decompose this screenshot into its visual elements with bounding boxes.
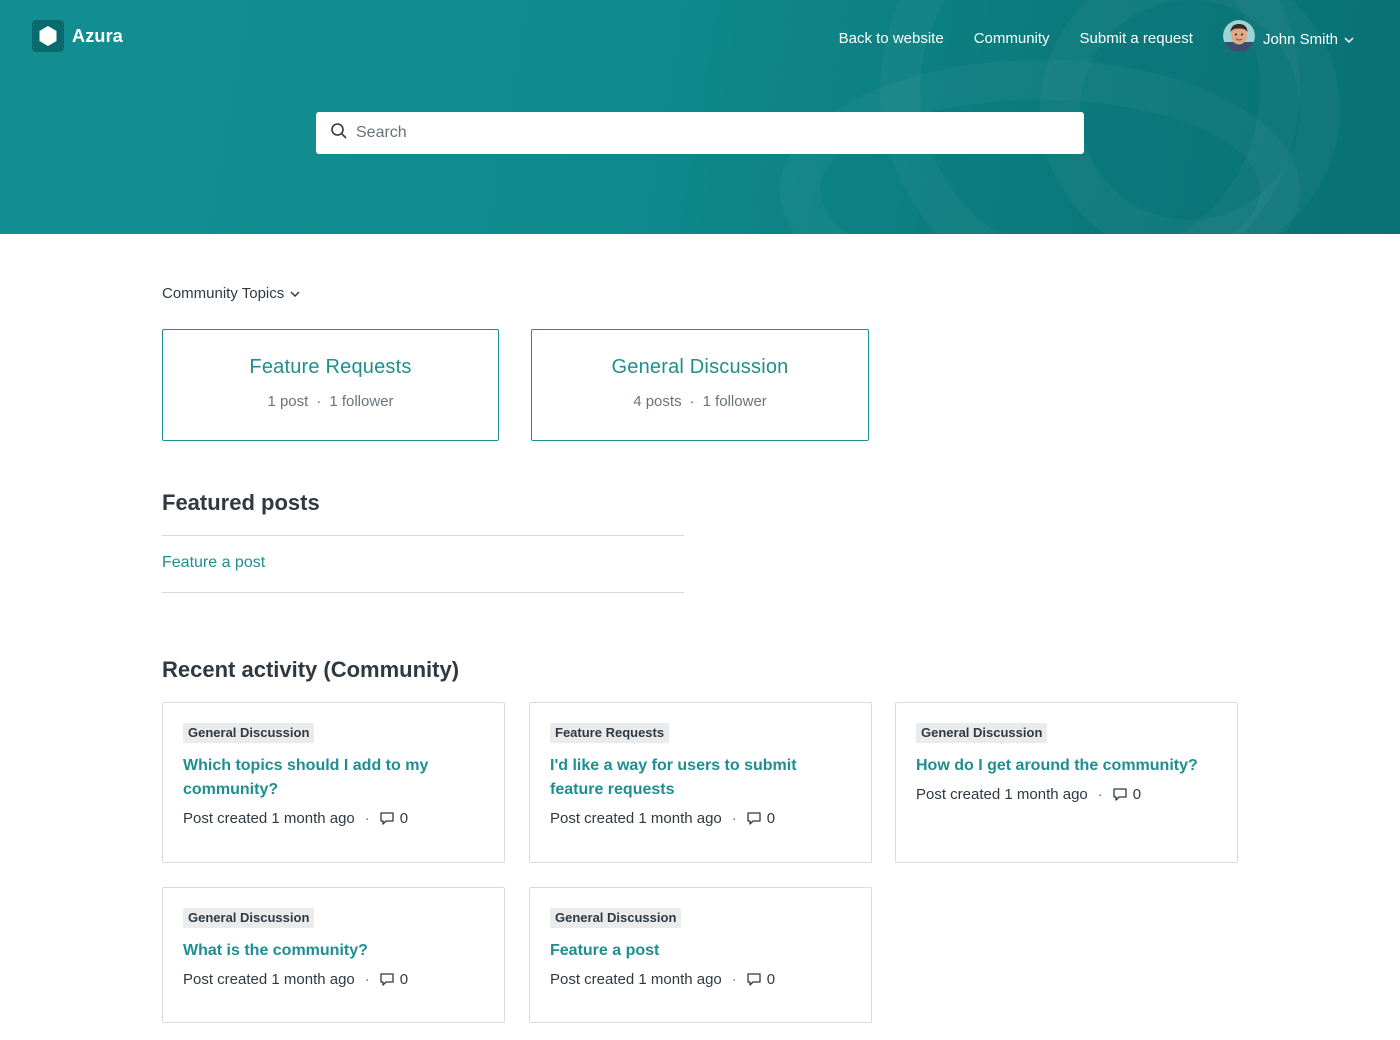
topic-badge[interactable]: General Discussion [916,723,1048,743]
post-meta: Post created 1 month ago · 0 [183,810,484,827]
feature-a-post-link[interactable]: Feature a post [162,554,265,572]
post-created-text: Post created 1 month ago [183,971,355,988]
post-meta: Post created 1 month ago · 0 [550,971,851,988]
comment-count: 0 [766,810,776,827]
topic-follower-count: 1 follower [702,393,767,410]
comment-count: 0 [399,810,409,827]
topic-badge[interactable]: Feature Requests [550,723,670,743]
comment-icon [380,973,394,986]
hero-header: Azura Back to website Community Submit a… [0,0,1400,234]
topic-title: Feature Requests [249,356,412,378]
post-created-text: Post created 1 month ago [916,786,1088,803]
post-title-link[interactable]: I'd like a way for users to submit featu… [550,754,851,802]
brand-name: Azura [72,25,124,46]
topic-title: General Discussion [611,356,789,378]
user-menu[interactable]: John Smith [1222,20,1354,52]
separator-dot: · [731,810,737,827]
topic-follower-count: 1 follower [329,393,394,410]
brand-logo-link[interactable]: Azura [32,20,123,52]
comment-icon [1113,788,1127,801]
post-card: General Discussion Feature a post Post c… [529,887,872,1023]
search-bar [316,112,1084,154]
post-card: General Discussion What is the community… [162,887,505,1023]
topic-post-count: 1 post [267,393,309,410]
separator-dot: · [731,971,737,988]
comment-count: 0 [399,971,409,988]
topic-card-feature-requests[interactable]: Feature Requests 1 post · 1 follower [162,329,499,441]
chevron-down-icon [1344,30,1354,48]
separator-dot: · [689,393,695,410]
comment-icon [380,812,394,825]
comment-icon [747,973,761,986]
top-nav: Back to website Community Submit a reque… [809,20,1354,52]
post-title-link[interactable]: How do I get around the community? [916,754,1217,778]
post-title-link[interactable]: Which topics should I add to my communit… [183,754,484,802]
separator-dot: · [316,393,322,410]
search-input[interactable] [356,124,1046,142]
avatar [1222,20,1255,52]
featured-posts-heading: Featured posts [162,490,320,515]
topic-meta: 4 posts · 1 follower [532,393,868,410]
nav-submit-request[interactable]: Submit a request [1080,29,1193,49]
nav-back-to-website[interactable]: Back to website [839,29,944,49]
post-meta: Post created 1 month ago · 0 [916,786,1217,803]
community-topics-dropdown[interactable]: Community Topics [162,285,300,302]
topic-badge[interactable]: General Discussion [183,723,315,743]
topic-card-general-discussion[interactable]: General Discussion 4 posts · 1 follower [531,329,869,441]
divider [162,535,684,536]
post-card: General Discussion Which topics should I… [162,702,505,863]
post-title-link[interactable]: Feature a post [550,939,851,963]
post-meta: Post created 1 month ago · 0 [550,810,851,827]
post-title-link[interactable]: What is the community? [183,939,484,963]
post-card: General Discussion How do I get around t… [895,702,1238,863]
divider [162,592,684,593]
search-icon [330,122,348,145]
community-topics-label: Community Topics [162,285,285,302]
comment-count: 0 [1132,786,1142,803]
separator-dot: · [364,810,370,827]
comment-icon [747,812,761,825]
topic-post-count: 4 posts [633,393,682,410]
separator-dot: · [364,971,370,988]
recent-activity-heading: Recent activity (Community) [162,657,460,682]
topic-meta: 1 post · 1 follower [163,393,498,410]
topic-badge[interactable]: General Discussion [183,908,315,928]
separator-dot: · [1097,786,1103,803]
post-meta: Post created 1 month ago · 0 [183,971,484,988]
hexagon-logo-icon [32,20,64,52]
post-created-text: Post created 1 month ago [550,810,722,827]
post-created-text: Post created 1 month ago [183,810,355,827]
user-name: John Smith [1262,30,1338,48]
nav-community[interactable]: Community [974,29,1050,49]
post-card: Feature Requests I'd like a way for user… [529,702,872,863]
chevron-down-icon [290,290,300,297]
post-created-text: Post created 1 month ago [550,971,722,988]
topic-badge[interactable]: General Discussion [550,908,682,928]
comment-count: 0 [766,971,776,988]
